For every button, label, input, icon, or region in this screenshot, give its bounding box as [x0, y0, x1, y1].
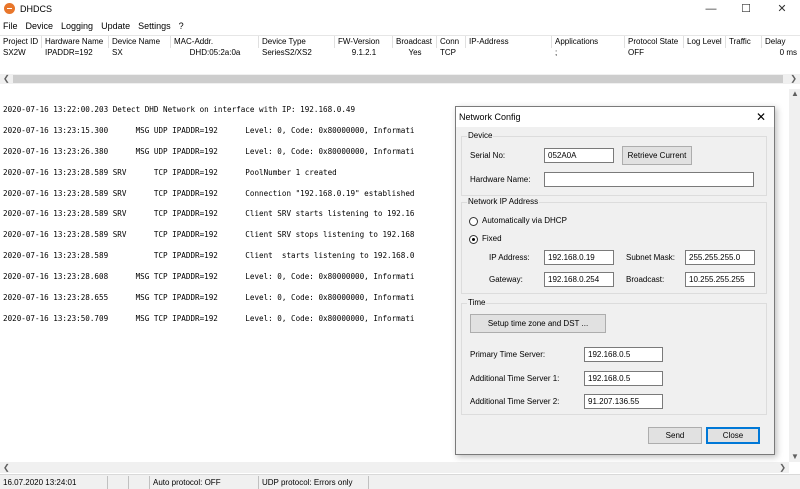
- table-row[interactable]: SX2W IPADDR=192 SX DHD:05:2a:0a SeriesS2…: [0, 47, 800, 59]
- send-button[interactable]: Send: [648, 427, 702, 444]
- time-group: Time Setup time zone and DST ... Primary…: [461, 298, 767, 415]
- maximize-button[interactable]: ☐: [730, 0, 762, 17]
- hardware-name-field[interactable]: [544, 172, 754, 187]
- title-bar: DHDCS — ☐ ✕: [0, 0, 800, 17]
- menu-file[interactable]: File: [0, 21, 22, 31]
- subnet-mask-field[interactable]: 255.255.255.0: [685, 250, 755, 265]
- gateway-label: Gateway:: [489, 275, 523, 284]
- network-ip-group-label: Network IP Address: [467, 197, 540, 207]
- log-horizontal-scrollbar[interactable]: ❮ ❯: [0, 462, 789, 473]
- window-title: DHDCS: [20, 3, 53, 14]
- cell-applications: ;: [555, 48, 558, 57]
- scroll-right-icon[interactable]: ❯: [790, 74, 797, 84]
- additional-time-server-2-field[interactable]: 91.207.136.55: [584, 394, 663, 409]
- cell-device-name: SX: [112, 48, 123, 57]
- dhcp-label[interactable]: Automatically via DHCP: [482, 215, 567, 227]
- additional-time-server-1-label: Additional Time Server 1:: [470, 374, 560, 383]
- additional-time-server-1-field[interactable]: 192.168.0.5: [584, 371, 663, 386]
- device-group: Device Serial No: 052A0A Retrieve Curren…: [461, 131, 767, 196]
- device-table-header: Project ID Hardware Name Device Name MAC…: [0, 35, 800, 48]
- dialog-title-bar: Network Config ✕: [456, 107, 774, 127]
- log-scroll-left-icon[interactable]: ❮: [3, 463, 10, 473]
- subnet-mask-label: Subnet Mask:: [626, 253, 675, 262]
- broadcast-field[interactable]: 10.255.255.255: [685, 272, 755, 287]
- scroll-down-icon[interactable]: ▼: [791, 452, 799, 462]
- cell-mac-addr: DHD:05:2a:0a: [189, 48, 241, 57]
- dialog-title: Network Config: [459, 112, 521, 122]
- cell-traffic: [726, 47, 762, 59]
- serial-no-label: Serial No:: [470, 151, 506, 160]
- menu-logging[interactable]: Logging: [57, 21, 97, 31]
- cell-log-level: [684, 47, 726, 59]
- cell-broadcast: Yes: [408, 48, 422, 57]
- cell-conn: TCP: [440, 48, 456, 57]
- time-group-label: Time: [467, 298, 487, 308]
- menu-bar: File Device Logging Update Settings ?: [0, 17, 800, 34]
- network-config-dialog: Network Config ✕ Device Serial No: 052A0…: [455, 106, 775, 455]
- close-window-button[interactable]: ✕: [766, 0, 798, 17]
- minimize-button[interactable]: —: [695, 0, 727, 17]
- dialog-close-icon[interactable]: ✕: [754, 109, 768, 125]
- cell-delay: 0 ms: [779, 48, 797, 57]
- retrieve-current-button[interactable]: Retrieve Current: [622, 146, 692, 165]
- cell-fw-version: 9.1.2.1: [351, 48, 377, 57]
- serial-no-field[interactable]: 052A0A: [544, 148, 614, 163]
- scroll-left-icon[interactable]: ❮: [3, 74, 10, 84]
- primary-time-server-field[interactable]: 192.168.0.5: [584, 347, 663, 362]
- app-logo-icon: [4, 3, 15, 14]
- status-udp-protocol: UDP protocol: Errors only: [259, 475, 369, 489]
- additional-time-server-2-label: Additional Time Server 2:: [470, 397, 560, 406]
- gateway-field[interactable]: 192.168.0.254: [544, 272, 614, 287]
- menu-device[interactable]: Device: [22, 21, 58, 31]
- dhcp-radio[interactable]: [469, 217, 478, 226]
- setup-time-zone-button[interactable]: Setup time zone and DST ...: [470, 314, 606, 333]
- menu-help[interactable]: ?: [175, 21, 188, 31]
- scroll-up-icon[interactable]: ▲: [791, 89, 799, 99]
- fixed-label[interactable]: Fixed: [482, 233, 502, 245]
- primary-time-server-label: Primary Time Server:: [470, 350, 546, 359]
- close-button[interactable]: Close: [706, 427, 760, 444]
- broadcast-label: Broadcast:: [626, 275, 665, 284]
- cell-hardware-name: IPADDR=192: [45, 48, 93, 57]
- fixed-radio[interactable]: [469, 235, 478, 244]
- cell-ip-address: [466, 47, 552, 59]
- status-empty-2: [129, 475, 150, 489]
- status-auto-protocol: Auto protocol: OFF: [150, 475, 259, 489]
- ip-address-field[interactable]: 192.168.0.19: [544, 250, 614, 265]
- device-group-label: Device: [467, 131, 494, 141]
- status-empty-1: [108, 475, 129, 489]
- menu-update[interactable]: Update: [97, 21, 134, 31]
- menu-settings[interactable]: Settings: [134, 21, 175, 31]
- cell-protocol-state: OFF: [628, 48, 644, 57]
- ip-address-label: IP Address:: [489, 253, 530, 262]
- status-datetime: 16.07.2020 13:24:01: [0, 475, 108, 489]
- hardware-name-label: Hardware Name:: [470, 175, 531, 184]
- log-vertical-scrollbar[interactable]: ▲ ▼: [789, 89, 800, 462]
- cell-project-id: SX2W: [3, 48, 26, 57]
- status-bar: 16.07.2020 13:24:01 Auto protocol: OFF U…: [0, 474, 800, 489]
- log-scroll-right-icon[interactable]: ❯: [779, 463, 786, 473]
- network-ip-group: Network IP Address Automatically via DHC…: [461, 197, 767, 294]
- cell-device-type: SeriesS2/XS2: [262, 48, 312, 57]
- scrollbar-thumb[interactable]: [13, 75, 783, 83]
- table-horizontal-scrollbar[interactable]: ❮ ❯: [0, 74, 800, 84]
